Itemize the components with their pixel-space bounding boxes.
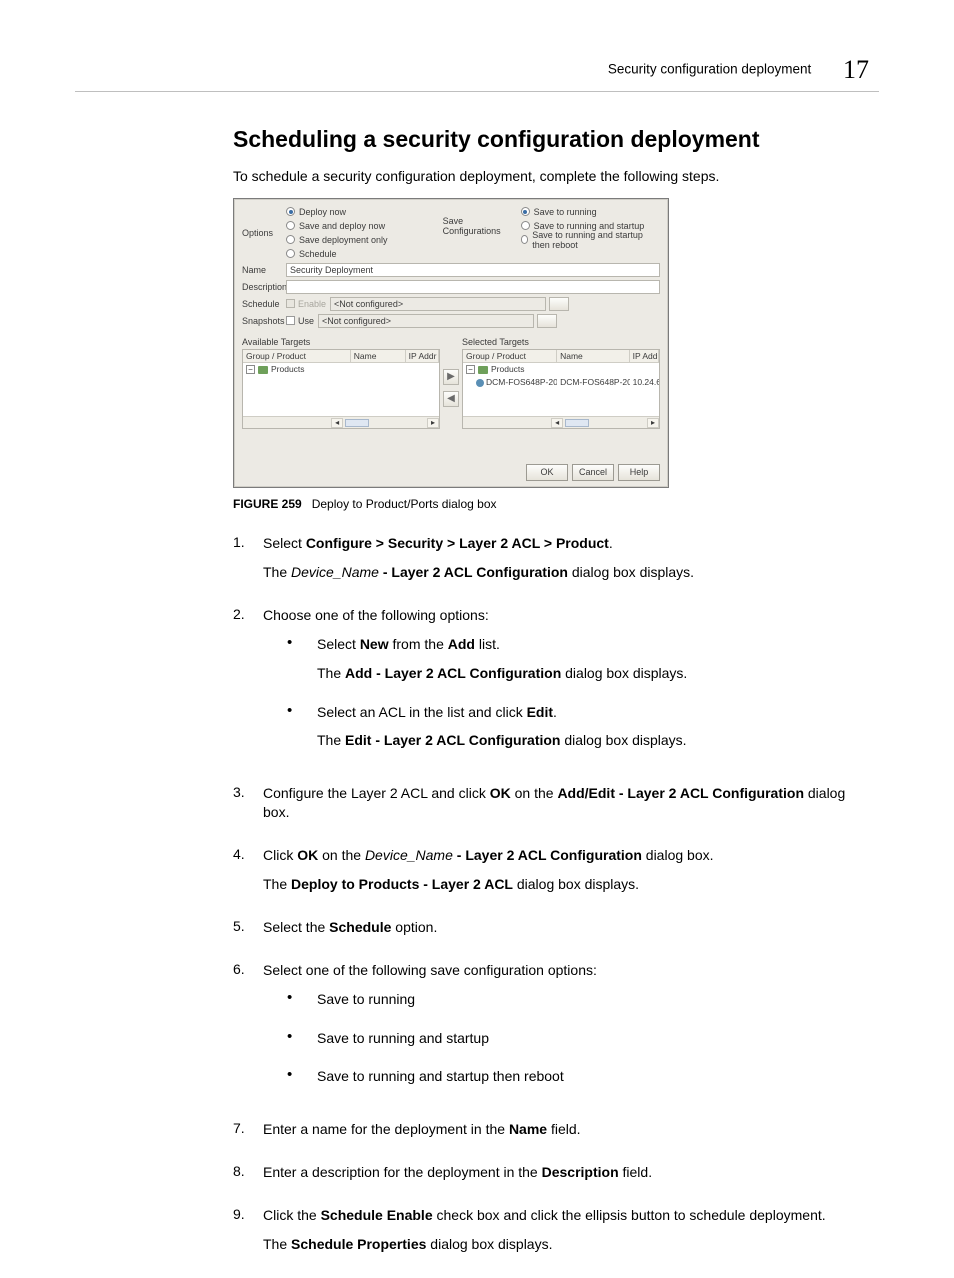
- available-targets: Available Targets Group / Product Name I…: [242, 332, 440, 429]
- list-item: • Select New from the Add list. The Add …: [263, 635, 859, 693]
- selected-label: Selected Targets: [462, 337, 660, 347]
- figure-caption: FIGURE 259 Deploy to Product/Ports dialo…: [233, 496, 859, 512]
- name-label: Name: [242, 265, 286, 275]
- scroll-left-icon[interactable]: ◂: [551, 418, 563, 428]
- description-input[interactable]: [286, 280, 660, 294]
- h-scrollbar[interactable]: ◂ ▸: [243, 416, 439, 428]
- schedule-value: <Not configured>: [330, 297, 546, 311]
- radio-icon: [286, 249, 295, 258]
- h-scrollbar[interactable]: ◂ ▸: [463, 416, 659, 428]
- snapshots-use-checkbox[interactable]: [286, 316, 295, 325]
- step-7: 7. Enter a name for the deployment in th…: [233, 1120, 859, 1149]
- radio-icon: [286, 235, 295, 244]
- cancel-button[interactable]: Cancel: [572, 464, 614, 481]
- header-rule: [75, 91, 879, 92]
- available-grid[interactable]: Group / Product Name IP Addr −Products ◂…: [242, 349, 440, 429]
- snapshots-ellipsis-button[interactable]: [537, 314, 557, 328]
- add-target-button[interactable]: ▶: [443, 369, 459, 385]
- save-to-running[interactable]: Save to running: [521, 205, 660, 219]
- option-save-and-deploy-now[interactable]: Save and deploy now: [286, 219, 388, 233]
- available-label: Available Targets: [242, 337, 440, 347]
- content-column: Scheduling a security configuration depl…: [233, 126, 859, 1264]
- col-name: Name: [557, 350, 630, 362]
- schedule-ellipsis-button[interactable]: [549, 297, 569, 311]
- figure-label: FIGURE 259: [233, 497, 302, 511]
- option-schedule[interactable]: Schedule: [286, 247, 388, 261]
- step-9: 9. Click the Schedule Enable check box a…: [233, 1206, 859, 1264]
- step-4: 4. Click OK on the Device_Name - Layer 2…: [233, 846, 859, 904]
- save-to-running-and-startup-then-reboot[interactable]: Save to running and startup then reboot: [521, 233, 660, 247]
- list-item: •Save to running and startup then reboot: [263, 1067, 859, 1096]
- targets-area: Available Targets Group / Product Name I…: [234, 332, 668, 429]
- schedule-enable-label: Enable: [298, 299, 326, 309]
- col-ip: IP Addr: [630, 350, 659, 362]
- table-row[interactable]: −Products: [463, 363, 659, 376]
- selected-targets: Selected Targets Group / Product Name IP…: [462, 332, 660, 429]
- scroll-thumb[interactable]: [565, 419, 589, 427]
- schedule-enable-checkbox[interactable]: [286, 299, 295, 308]
- snapshots-label: Snapshots: [242, 316, 286, 326]
- table-row[interactable]: DCM-FOS648P-206 [10 DCM-FOS648P-206 10.2…: [463, 376, 659, 389]
- snapshots-use-label: Use: [298, 316, 314, 326]
- col-name: Name: [351, 350, 406, 362]
- option-save-deployment-only[interactable]: Save deployment only: [286, 233, 388, 247]
- selected-grid[interactable]: Group / Product Name IP Addr −Products D…: [462, 349, 660, 429]
- schedule-label: Schedule: [242, 299, 286, 309]
- options-label: Options: [242, 228, 286, 238]
- deploy-dialog: Options Deploy now Save and deploy now S…: [233, 198, 669, 488]
- folder-icon: [478, 366, 488, 374]
- help-button[interactable]: Help: [618, 464, 660, 481]
- step-1: 1. Select Configure > Security > Layer 2…: [233, 534, 859, 592]
- step-3: 3. Configure the Layer 2 ACL and click O…: [233, 784, 859, 832]
- page: Security configuration deployment 17 Sch…: [0, 0, 954, 1264]
- save-configurations-group: Save Configurations Save to running Save…: [443, 205, 660, 261]
- scroll-left-icon[interactable]: ◂: [331, 418, 343, 428]
- option-deploy-now[interactable]: Deploy now: [286, 205, 388, 219]
- dialog-top: Options Deploy now Save and deploy now S…: [234, 199, 668, 261]
- radio-icon: [286, 221, 295, 230]
- name-input[interactable]: Security Deployment: [286, 263, 660, 277]
- table-row[interactable]: −Products: [243, 363, 439, 376]
- running-title: Security configuration deployment: [608, 62, 811, 77]
- intro-paragraph: To schedule a security configuration dep…: [233, 167, 859, 186]
- step-5: 5. Select the Schedule option.: [233, 918, 859, 947]
- col-group: Group / Product: [463, 350, 557, 362]
- step-6: 6. Select one of the following save conf…: [233, 961, 859, 1107]
- step-2: 2. Choose one of the following options: …: [233, 606, 859, 770]
- list-item: •Save to running: [263, 990, 859, 1019]
- chapter-number: 17: [843, 55, 869, 85]
- save-configurations-label: Save Configurations: [443, 216, 521, 236]
- radio-icon: [286, 207, 295, 216]
- radio-icon: [521, 235, 529, 244]
- list-item: • Select an ACL in the list and click Ed…: [263, 703, 859, 761]
- folder-icon: [258, 366, 268, 374]
- figure-text: Deploy to Product/Ports dialog box: [312, 497, 497, 511]
- scroll-right-icon[interactable]: ▸: [427, 418, 439, 428]
- transfer-buttons: ▶ ◀: [440, 348, 462, 429]
- step-8: 8. Enter a description for the deploymen…: [233, 1163, 859, 1192]
- running-header: Security configuration deployment 17: [75, 55, 879, 85]
- remove-target-button[interactable]: ◀: [443, 391, 459, 407]
- snapshots-value: <Not configured>: [318, 314, 534, 328]
- scroll-right-icon[interactable]: ▸: [647, 418, 659, 428]
- page-title: Scheduling a security configuration depl…: [233, 126, 859, 153]
- dialog-button-bar: OK Cancel Help: [526, 464, 660, 481]
- options-group: Options Deploy now Save and deploy now S…: [242, 205, 443, 261]
- radio-icon: [521, 221, 530, 230]
- tree-collapse-icon[interactable]: −: [246, 365, 255, 374]
- device-icon: [476, 379, 484, 387]
- ok-button[interactable]: OK: [526, 464, 568, 481]
- col-ip: IP Addr: [406, 350, 439, 362]
- col-group: Group / Product: [243, 350, 351, 362]
- list-item: •Save to running and startup: [263, 1029, 859, 1058]
- radio-icon: [521, 207, 530, 216]
- description-label: Description: [242, 282, 286, 292]
- dialog-fields: Name Security Deployment Description Sch…: [234, 261, 668, 328]
- tree-collapse-icon[interactable]: −: [466, 365, 475, 374]
- procedure-steps: 1. Select Configure > Security > Layer 2…: [233, 534, 859, 1264]
- scroll-thumb[interactable]: [345, 419, 369, 427]
